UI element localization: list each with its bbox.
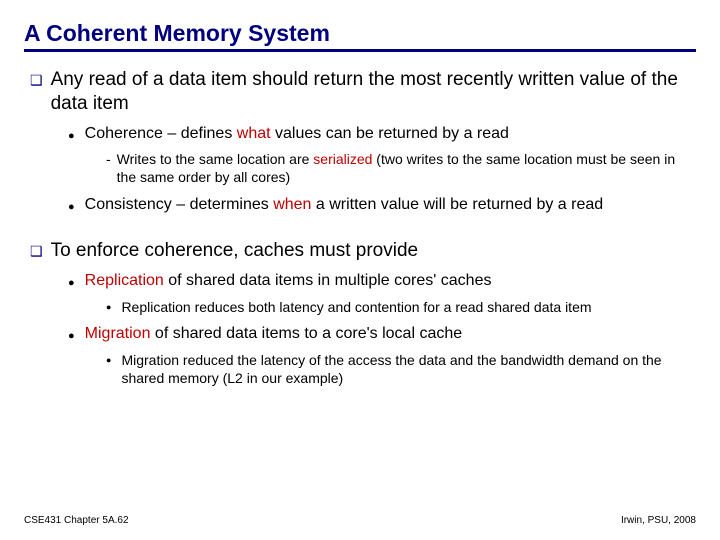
footer-right: Irwin, PSU, 2008 xyxy=(621,515,696,526)
disc-bullet-icon: ● xyxy=(106,302,111,316)
replication-sub-text: Replication reduces both latency and con… xyxy=(121,298,591,316)
disc-bullet-icon: ● xyxy=(106,355,111,387)
point-1-text: Any read of a data item should return th… xyxy=(51,68,696,116)
point-2: ❑ To enforce coherence, caches must prov… xyxy=(30,239,696,263)
coherence-text: Coherence – defines what values can be r… xyxy=(85,124,509,145)
footer-left: CSE431 Chapter 5A.62 xyxy=(24,515,129,526)
square-bullet-icon: ❑ xyxy=(30,72,43,116)
migration-sub-text: Migration reduced the latency of the acc… xyxy=(121,351,696,387)
point-1-consistency: ● Consistency – determines when a writte… xyxy=(68,195,696,216)
point-1-serialized: - Writes to the same location are serial… xyxy=(106,150,696,186)
footer: CSE431 Chapter 5A.62 Irwin, PSU, 2008 xyxy=(24,515,696,526)
disc-bullet-icon: ● xyxy=(68,329,75,345)
square-bullet-icon: ❑ xyxy=(30,243,43,263)
point-1-coherence: ● Coherence – defines what values can be… xyxy=(68,124,696,145)
point-1: ❑ Any read of a data item should return … xyxy=(30,68,696,116)
point-2-migration: ● Migration of shared data items to a co… xyxy=(68,324,696,345)
slide-title: A Coherent Memory System xyxy=(24,20,696,52)
disc-bullet-icon: ● xyxy=(68,200,75,216)
point-2-migration-sub: ● Migration reduced the latency of the a… xyxy=(106,351,696,387)
point-2-replication: ● Replication of shared data items in mu… xyxy=(68,271,696,292)
replication-text: Replication of shared data items in mult… xyxy=(85,271,492,292)
migration-text: Migration of shared data items to a core… xyxy=(85,324,462,345)
serialized-text: Writes to the same location are serializ… xyxy=(117,150,696,186)
point-2-text: To enforce coherence, caches must provid… xyxy=(51,239,419,263)
disc-bullet-icon: ● xyxy=(68,129,75,145)
disc-bullet-icon: ● xyxy=(68,276,75,292)
consistency-text: Consistency – determines when a written … xyxy=(85,195,604,216)
point-2-replication-sub: ● Replication reduces both latency and c… xyxy=(106,298,696,316)
dash-bullet-icon: - xyxy=(106,150,111,186)
